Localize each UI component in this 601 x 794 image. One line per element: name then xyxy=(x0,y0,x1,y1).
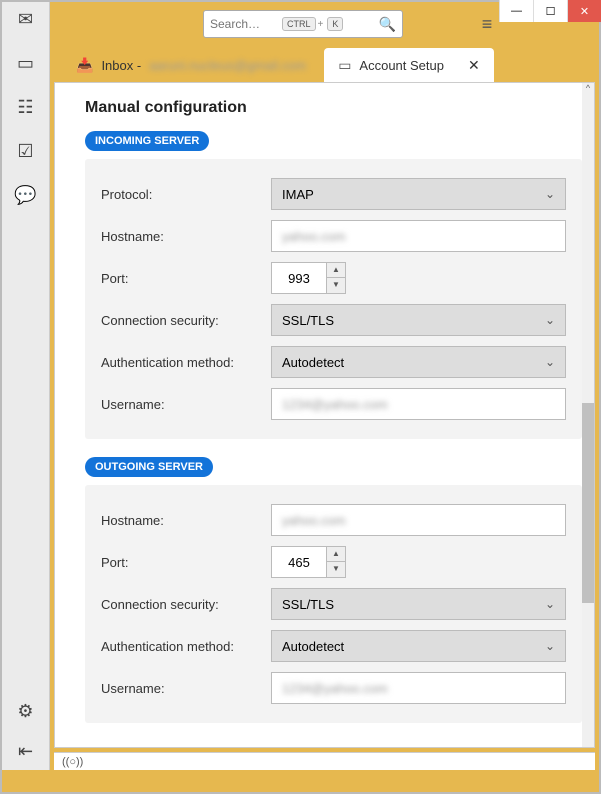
tab-setup-label: Account Setup xyxy=(359,58,444,73)
incoming-auth-value: Autodetect xyxy=(282,355,344,370)
settings-tab-icon: ▭ xyxy=(338,57,351,74)
app-frame: ✉ ▭ ☷ ☑ 💬 ⚙ ⇤ CTRL + K 🔍 ≡ 📥 Inbox - xyxy=(2,2,599,770)
spaces-toolbar: ✉ ▭ ☷ ☑ 💬 ⚙ ⇤ xyxy=(2,2,50,770)
protocol-select[interactable]: IMAP ⌄ xyxy=(271,178,566,210)
incoming-hostname-input[interactable]: yahoo.com xyxy=(271,220,566,252)
status-activity-icon: ((○)) xyxy=(62,756,83,768)
tasks-icon[interactable]: ☑ xyxy=(15,140,37,162)
search-input[interactable] xyxy=(210,17,280,31)
settings-icon[interactable]: ⚙ xyxy=(15,700,37,722)
collapse-icon[interactable]: ⇤ xyxy=(15,740,37,762)
addressbook-icon[interactable]: ▭ xyxy=(15,52,37,74)
search-box[interactable]: CTRL + K 🔍 xyxy=(203,10,403,38)
incoming-connsec-select[interactable]: SSL/TLS ⌄ xyxy=(271,304,566,336)
incoming-form: Protocol: IMAP ⌄ Hostname: yahoo.com P xyxy=(85,159,582,439)
minimize-button[interactable]: — xyxy=(499,0,533,22)
tab-inbox[interactable]: 📥 Inbox - aaruni.nucleus@gmail.com xyxy=(62,48,320,82)
maximize-button[interactable]: ☐ xyxy=(533,0,567,22)
incoming-username-value: 1234@yahoo.com xyxy=(282,397,388,412)
label-auth-out: Authentication method: xyxy=(101,639,271,654)
outgoing-form: Hostname: yahoo.com Port: ▲▼ Connecti xyxy=(85,485,582,723)
incoming-connsec-value: SSL/TLS xyxy=(282,313,334,328)
label-protocol: Protocol: xyxy=(101,187,271,202)
label-hostname-in: Hostname: xyxy=(101,229,271,244)
label-username-in: Username: xyxy=(101,397,271,412)
stepper-up-icon[interactable]: ▲ xyxy=(327,263,345,278)
tab-close-icon[interactable]: ✕ xyxy=(468,57,480,74)
outgoing-connsec-select[interactable]: SSL/TLS ⌄ xyxy=(271,588,566,620)
outgoing-auth-value: Autodetect xyxy=(282,639,344,654)
chevron-down-icon: ⌄ xyxy=(545,313,555,327)
kbd-ctrl: CTRL xyxy=(282,17,316,31)
kbd-k: K xyxy=(327,17,343,31)
label-connsec-in: Connection security: xyxy=(101,313,271,328)
stepper-down-icon[interactable]: ▼ xyxy=(327,278,345,293)
scrollbar-thumb[interactable] xyxy=(582,403,594,603)
app-menu-button[interactable]: ≡ xyxy=(473,14,501,35)
label-connsec-out: Connection security: xyxy=(101,597,271,612)
stepper-up-icon[interactable]: ▲ xyxy=(327,547,345,562)
label-port-in: Port: xyxy=(101,271,271,286)
outgoing-connsec-value: SSL/TLS xyxy=(282,597,334,612)
tab-account-setup[interactable]: ▭ Account Setup ✕ xyxy=(324,48,494,82)
tab-strip: 📥 Inbox - aaruni.nucleus@gmail.com ▭ Acc… xyxy=(50,46,599,82)
outgoing-hostname-value: yahoo.com xyxy=(282,513,346,528)
page-title: Manual configuration xyxy=(85,99,582,117)
kbd-plus: + xyxy=(316,19,326,30)
outgoing-port-stepper[interactable]: ▲▼ xyxy=(327,546,346,578)
chevron-down-icon: ⌄ xyxy=(545,355,555,369)
label-auth-in: Authentication method: xyxy=(101,355,271,370)
status-bar: ((○)) xyxy=(54,752,595,770)
window-controls: — ☐ ✕ xyxy=(499,0,601,22)
incoming-port-stepper[interactable]: ▲▼ xyxy=(327,262,346,294)
protocol-value: IMAP xyxy=(282,187,314,202)
outgoing-hostname-input[interactable]: yahoo.com xyxy=(271,504,566,536)
calendar-icon[interactable]: ☷ xyxy=(15,96,37,118)
chevron-down-icon: ⌄ xyxy=(545,597,555,611)
close-button[interactable]: ✕ xyxy=(567,0,601,22)
tab-inbox-label: Inbox - xyxy=(101,58,141,73)
outgoing-server-badge: OUTGOING SERVER xyxy=(85,457,213,477)
chevron-down-icon: ⌄ xyxy=(545,187,555,201)
outgoing-username-input[interactable]: 1234@yahoo.com xyxy=(271,672,566,704)
outgoing-port-input[interactable] xyxy=(271,546,327,578)
mail-icon[interactable]: ✉ xyxy=(15,8,37,30)
chevron-down-icon: ⌄ xyxy=(545,639,555,653)
incoming-hostname-value: yahoo.com xyxy=(282,229,346,244)
outgoing-username-value: 1234@yahoo.com xyxy=(282,681,388,696)
label-username-out: Username: xyxy=(101,681,271,696)
outgoing-auth-select[interactable]: Autodetect ⌄ xyxy=(271,630,566,662)
chat-icon[interactable]: 💬 xyxy=(15,184,37,206)
content-panel: ^ Manual configuration INCOMING SERVER P… xyxy=(54,82,595,748)
stepper-down-icon[interactable]: ▼ xyxy=(327,562,345,577)
label-port-out: Port: xyxy=(101,555,271,570)
inbox-icon: 📥 xyxy=(76,57,93,74)
incoming-port-input[interactable] xyxy=(271,262,327,294)
search-icon: 🔍 xyxy=(379,16,396,33)
incoming-server-badge: INCOMING SERVER xyxy=(85,131,209,151)
main-area: CTRL + K 🔍 ≡ 📥 Inbox - aaruni.nucleus@gm… xyxy=(50,2,599,770)
incoming-auth-select[interactable]: Autodetect ⌄ xyxy=(271,346,566,378)
scrollbar-up-icon[interactable]: ^ xyxy=(582,83,594,97)
incoming-username-input[interactable]: 1234@yahoo.com xyxy=(271,388,566,420)
label-hostname-out: Hostname: xyxy=(101,513,271,528)
tab-inbox-account: aaruni.nucleus@gmail.com xyxy=(149,58,306,73)
